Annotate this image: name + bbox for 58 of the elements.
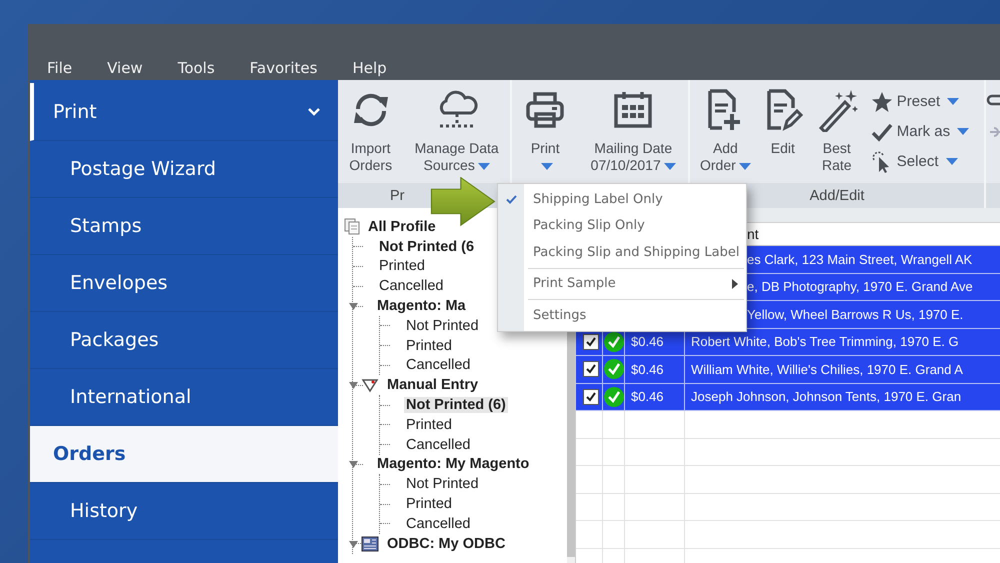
sidebar-label: Stamps [70,215,142,237]
address-cell: Joseph Johnson, Johnson Tents, 1970 E. Gran [691,389,962,404]
tree-item[interactable]: ODBC: My ODBC [385,536,508,552]
tree-item[interactable]: Cancelled [377,278,446,294]
sidebar-label: Print [53,100,97,122]
sidebar-label: Packages [70,329,159,351]
tree-item[interactable]: Printed [404,416,454,433]
sidebar-label: Postage Wizard [70,158,216,180]
menu-item[interactable]: View [107,59,143,77]
tree-item[interactable]: All Profile [366,218,438,235]
price-cell: $0.46 [631,362,664,377]
tree-item[interactable]: Manual Entry [385,377,480,394]
tree-item[interactable]: Not Printed [404,318,481,334]
tree-item[interactable]: Magento: My Magento [375,456,532,472]
ribbon-button[interactable]: Select [870,150,970,173]
menu-item[interactable]: Help [352,59,387,77]
sidebar-item[interactable]: Orders [30,426,338,483]
tree-item[interactable]: Printed [404,496,454,512]
sidebar-label: History [70,500,138,522]
address-cell: Yellow, Wheel Barrows R Us, 1970 E. [747,306,964,322]
sidebar-label: Orders [53,443,126,465]
ribbon-button[interactable]: Add Order [700,88,751,174]
ribbon-button[interactable]: Manage Data Sources [414,88,499,174]
table-row[interactable]: $0.46 Robert White, Bob's Tree Trimming, 1970 E. G [576,328,1000,356]
menu-option[interactable]: Packing Slip Only [498,212,746,239]
ribbon-button[interactable]: Preset [870,90,970,113]
tree-item[interactable]: Printed [404,338,454,354]
ribbon-button[interactable]: Print [524,88,566,174]
price-cell: $0.46 [631,334,664,350]
price-cell: $0.46 [631,389,664,404]
tree-item[interactable]: Not Printed (6) [404,397,508,414]
sidebar-label: Envelopes [70,272,168,294]
ribbon-button[interactable]: Best Rate [814,88,859,174]
menu-item[interactable]: Favorites [250,59,318,77]
menu-item[interactable]: Tools [178,59,215,77]
address-cell: Robert White, Bob's Tree Trimming, 1970 E. G [691,334,959,350]
group-label: Pr [390,188,404,204]
ribbon-button[interactable]: Import Orders [349,88,392,174]
ribbon-button[interactable]: Mailing Date 07/10/2017 [590,88,676,174]
table-row[interactable]: $0.46 Joseph Johnson, Johnson Tents, 1970 E. Gran [576,384,1000,411]
ribbon-button[interactable]: Mark as [870,120,970,143]
sidebar-label: International [70,386,192,408]
column-header[interactable]: nt [747,226,759,242]
tree-item[interactable]: Cancelled [404,357,472,374]
table-row[interactable]: $0.46 William White, Willie's Chilies, 1970 E. Grand A [576,356,1000,384]
group-label: Add/Edit [810,188,864,204]
menu-option[interactable]: Shipping Label Only [498,186,746,212]
address-cell: es Clark, 123 Main Street, Wrangell AK [747,252,972,267]
ribbon-button[interactable]: Edit [762,88,803,157]
tree-item[interactable]: Not Printed [404,476,481,492]
tree-item[interactable]: Cancelled [404,436,472,453]
tree-item[interactable]: Magento: Ma [375,298,468,314]
tree-item[interactable]: Printed [377,258,427,274]
tree-item[interactable]: Cancelled [404,516,472,532]
address-cell: William White, Willie's Chilies, 1970 E. Grand A [691,362,963,377]
menu-item[interactable]: File [47,59,72,77]
tree-item[interactable]: Not Printed (6 [377,238,476,255]
address-cell: e, DB Photography, 1970 E. Grand Ave [747,279,973,294]
